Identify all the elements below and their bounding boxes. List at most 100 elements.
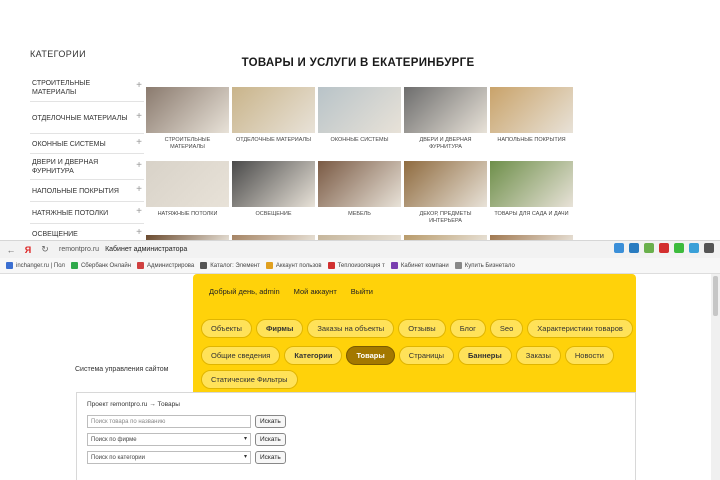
product-tile[interactable]: ОТДЕЛОЧНЫЕ МАТЕРИАЛЫ [232,87,315,158]
adblock-icon[interactable] [659,243,669,253]
sub-menu: Общие сведения Категории Товары Страницы Бан… [201,346,631,389]
expand-plus-icon[interactable]: + [136,206,142,216]
main-menu: Объекты Фирмы Заказы на объекты Отзывы Блог S… [201,319,633,338]
menu-tab[interactable]: Страницы [398,346,455,365]
product-image[interactable] [146,161,229,207]
share-icon[interactable] [629,243,639,253]
menu-tab[interactable]: Заказы [515,346,561,365]
product-image[interactable] [490,87,573,133]
bookmarks-bar: inchanger.ru | Пол Сбербанк Онлайн Админис… [0,258,720,274]
product-caption[interactable]: НАПОЛЬНЫЕ ПОКРЫТИЯ [495,137,567,144]
menu-tab[interactable]: Объекты [201,319,252,338]
search-button[interactable]: Искать [255,451,286,464]
product-tile[interactable]: ОСВЕЩЕНИЕ [232,161,315,232]
grid-row: НАТЯЖНЫЕ ПОТОЛКИ ОСВЕЩЕНИЕ МЕБЕЛЬ ДЕКОР, ПР… [146,161,574,232]
android-icon[interactable] [644,243,654,253]
search-button[interactable]: Искать [255,415,286,428]
product-image[interactable] [490,161,573,207]
bookmark-item[interactable]: inchanger.ru | Пол [6,262,65,269]
product-image[interactable] [318,161,401,207]
bookmark-favicon-icon [327,262,335,269]
category-item[interactable]: ОКОННЫЕ СИСТЕМЫ + [30,134,144,154]
product-caption[interactable]: ДЕКОР, ПРЕДМЕТЫ ИНТЕРЬЕРА [404,211,487,224]
category-item[interactable]: ОСВЕЩЕНИЕ + [30,224,144,240]
category-item[interactable]: СТРОИТЕЛЬНЫЕ МАТЕРИАЛЫ + [30,73,144,102]
menu-tab[interactable]: Баннеры [458,346,512,365]
scrollbar-thumb[interactable] [713,276,718,316]
expand-plus-icon[interactable]: + [136,184,142,194]
menu-tab[interactable]: Отзывы [398,319,446,338]
bookmark-item[interactable]: Администрирова [137,262,194,269]
product-caption[interactable]: МЕБЕЛЬ [346,211,373,218]
menu-tab[interactable]: Новости [564,346,614,365]
greeting-text: Добрый день, admin [209,287,280,296]
download-icon[interactable] [704,243,714,253]
product-tile[interactable]: НАТЯЖНЫЕ ПОТОЛКИ [146,161,229,232]
expand-plus-icon[interactable]: + [136,81,142,91]
category-item[interactable]: НАПОЛЬНЫЕ ПОКРЫТИЯ + [30,180,144,202]
product-image[interactable] [404,87,487,133]
product-tile[interactable]: ОКОННЫЕ СИСТЕМЫ [318,87,401,158]
product-tile[interactable]: СТРОИТЕЛЬНЫЕ МАТЕРИАЛЫ [146,87,229,158]
product-caption[interactable]: ОКОННЫЕ СИСТЕМЫ [329,137,391,144]
menu-tab[interactable]: Характеристики товаров [527,319,633,338]
address-bar-url[interactable]: remontpro.ru [59,246,99,253]
product-caption[interactable]: НАТЯЖНЫЕ ПОТОЛКИ [156,211,220,218]
menu-tab[interactable]: Статические Фильтры [201,370,298,389]
product-caption[interactable]: ДВЕРИ И ДВЕРНАЯ ФУРНИТУРА [404,137,487,150]
bookmark-item[interactable]: Каталог: Элемент [200,262,260,269]
bookmark-item[interactable]: Купить Бизнетало [454,262,515,269]
category-select[interactable]: Поиск по категории ▾ [87,451,251,464]
product-caption[interactable]: ОСВЕЩЕНИЕ [253,211,293,218]
menu-tab[interactable]: Общие сведения [201,346,281,365]
logout-link[interactable]: Выйти [351,287,373,296]
expand-plus-icon[interactable]: + [136,227,142,237]
back-arrow-icon[interactable]: ← [5,245,17,255]
expand-plus-icon[interactable]: + [136,160,142,170]
product-tile[interactable]: ДЕКОР, ПРЕДМЕТЫ ИНТЕРЬЕРА [404,161,487,232]
bookmark-item[interactable]: Кабинет компани [390,262,449,269]
product-image[interactable] [318,87,401,133]
product-tile[interactable]: ТОВАРЫ ДЛЯ САДА И ДАЧИ [490,161,573,232]
category-item[interactable]: ОТДЕЛОЧНЫЕ МАТЕРИАЛЫ + [30,102,144,134]
extension-icon[interactable] [689,243,699,253]
category-item[interactable]: НАТЯЖНЫЕ ПОТОЛКИ + [30,202,144,224]
product-image[interactable] [404,161,487,207]
product-image[interactable] [146,87,229,133]
bookmark-item[interactable]: Аккаунт пользов [265,262,322,269]
bookmark-item[interactable]: Теплоизоляция т [327,262,385,269]
product-grid: СТРОИТЕЛЬНЫЕ МАТЕРИАЛЫ ОТДЕЛОЧНЫЕ МАТЕРИА… [146,87,574,240]
product-tile[interactable]: ДВЕРИ И ДВЕРНАЯ ФУРНИТУРА [404,87,487,158]
yandex-icon[interactable]: Я [22,245,34,255]
search-button[interactable]: Искать [255,433,286,446]
menu-tab[interactable]: Фирмы [255,319,304,338]
firm-select[interactable]: Поиск по фирме ▾ [87,433,251,446]
product-caption[interactable]: ТОВАРЫ ДЛЯ САДА И ДАЧИ [492,211,570,218]
page-scrollbar[interactable] [711,274,720,480]
product-tile[interactable]: МЕБЕЛЬ [318,161,401,232]
reload-icon[interactable]: ↻ [39,244,51,255]
bookmark-label: Купить Бизнетало [464,262,515,269]
product-tile[interactable]: НАПОЛЬНЫЕ ПОКРЫТИЯ [490,87,573,158]
menu-tab[interactable]: Блог [449,319,486,338]
category-item[interactable]: ДВЕРИ И ДВЕРНАЯ ФУРНИТУРА + [30,154,144,180]
product-search-input[interactable]: Поиск товара по названию [87,415,251,428]
menu-tab[interactable]: Категории [284,346,343,365]
bookmark-item[interactable]: Сбербанк Онлайн [70,262,131,269]
mail-icon[interactable] [614,243,624,253]
menu-tab[interactable]: Товары [346,346,395,365]
product-image[interactable] [232,161,315,207]
product-caption[interactable]: ОТДЕЛОЧНЫЕ МАТЕРИАЛЫ [234,137,313,144]
my-account-link[interactable]: Мой аккаунт [294,287,337,296]
expand-plus-icon[interactable]: + [136,111,142,121]
menu-tab[interactable]: Seo [489,319,524,338]
bookmark-favicon-icon [137,262,145,269]
product-image[interactable] [232,87,315,133]
expand-plus-icon[interactable]: + [136,137,142,147]
firm-filter-row: Поиск по фирме ▾ Искать [87,433,286,446]
menu-tab[interactable]: Заказы на объекты [307,319,395,338]
bookmark-favicon-icon [200,262,208,269]
bookmark-label: inchanger.ru | Пол [16,262,65,269]
wechat-icon[interactable] [674,243,684,253]
product-caption[interactable]: СТРОИТЕЛЬНЫЕ МАТЕРИАЛЫ [146,137,229,150]
